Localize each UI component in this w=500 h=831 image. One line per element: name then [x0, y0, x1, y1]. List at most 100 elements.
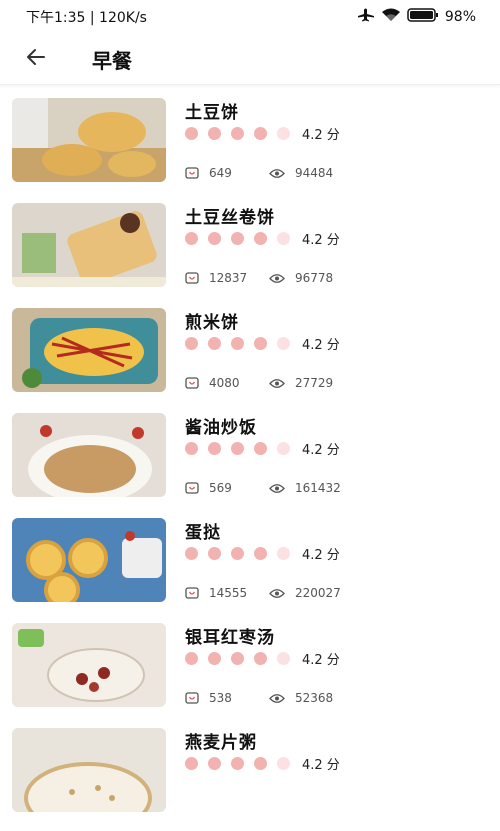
rating-dot: [254, 652, 267, 665]
rating-score: 4.2 分: [302, 443, 340, 458]
rating: 4.2 分: [185, 439, 340, 458]
view-count: 27729: [295, 376, 334, 390]
recipe-name: 银耳红枣汤: [185, 628, 275, 648]
eye-icon: [269, 588, 285, 599]
rating-dot: [254, 442, 267, 455]
view-count: 161432: [295, 481, 341, 495]
recipe-stats: 12837 96778: [185, 271, 333, 285]
rating-dot: [277, 127, 290, 140]
recipe-thumbnail: [12, 413, 166, 497]
collect-icon: [185, 482, 199, 494]
eye-icon: [269, 273, 285, 284]
rating-score: 4.2 分: [302, 128, 340, 143]
recipe-item[interactable]: 酱油炒饭 4.2 分 569 161432: [0, 411, 500, 516]
recipe-name: 土豆丝卷饼: [185, 208, 275, 228]
rating-dot: [185, 337, 198, 350]
recipe-stats: 538 52368: [185, 691, 333, 705]
recipe-stats: 649 94484: [185, 166, 333, 180]
collect-icon: [185, 692, 199, 704]
recipe-thumbnail: [12, 203, 166, 287]
wifi-icon: [381, 8, 401, 26]
rating-dot: [254, 127, 267, 140]
favorite-count: 4080: [209, 376, 240, 390]
battery-icon: [407, 8, 439, 26]
rating-dot: [231, 337, 244, 350]
rating-score: 4.2 分: [302, 548, 340, 563]
app-bar: 早餐: [0, 34, 500, 85]
rating-dot: [277, 757, 290, 770]
recipe-item[interactable]: 煎米饼 4.2 分 4080 27729: [0, 306, 500, 411]
rating-dot: [208, 757, 221, 770]
rating-dot: [231, 757, 244, 770]
rating-dot: [231, 652, 244, 665]
eye-icon: [269, 693, 285, 704]
rating-dot: [185, 127, 198, 140]
recipe-item[interactable]: 土豆丝卷饼 4.2 分 12837 96778: [0, 201, 500, 306]
status-time: 下午1:35 | 120K/s: [26, 10, 147, 26]
recipe-name: 煎米饼: [185, 313, 239, 333]
status-icons: 98%: [357, 8, 476, 26]
rating-dot: [277, 337, 290, 350]
recipe-name: 土豆饼: [185, 103, 239, 123]
rating: 4.2 分: [185, 334, 340, 353]
collect-icon: [185, 167, 199, 179]
recipe-stats: 569 161432: [185, 481, 341, 495]
rating-dot: [185, 652, 198, 665]
collect-icon: [185, 587, 199, 599]
recipe-thumbnail: [12, 518, 166, 602]
rating-dot: [277, 652, 290, 665]
rating-score: 4.2 分: [302, 338, 340, 353]
eye-icon: [269, 168, 285, 179]
rating-dot: [231, 232, 244, 245]
rating: 4.2 分: [185, 649, 340, 668]
favorite-count: 569: [209, 481, 232, 495]
page-title: 早餐: [92, 48, 132, 73]
arrow-left-icon: [24, 45, 48, 73]
rating-dot: [208, 652, 221, 665]
recipe-item[interactable]: 银耳红枣汤 4.2 分 538 52368: [0, 621, 500, 726]
collect-icon: [185, 377, 199, 389]
rating-dot: [254, 757, 267, 770]
recipe-name: 蛋挞: [185, 523, 221, 543]
recipe-stats: 14555 220027: [185, 586, 341, 600]
rating-dot: [277, 232, 290, 245]
recipe-stats: 4080 27729: [185, 376, 333, 390]
rating-dot: [231, 127, 244, 140]
recipe-name: 酱油炒饭: [185, 418, 257, 438]
rating: 4.2 分: [185, 544, 340, 563]
rating-score: 4.2 分: [302, 233, 340, 248]
rating-dot: [231, 442, 244, 455]
view-count: 96778: [295, 271, 334, 285]
rating-dot: [277, 442, 290, 455]
view-count: 220027: [295, 586, 341, 600]
rating: 4.2 分: [185, 124, 340, 143]
back-button[interactable]: [16, 39, 56, 79]
rating-dot: [185, 547, 198, 560]
view-count: 52368: [295, 691, 334, 705]
recipe-item[interactable]: 土豆饼 4.2 分 649 94484: [0, 96, 500, 201]
battery-percent: 98%: [444, 9, 476, 25]
rating-dot: [254, 232, 267, 245]
recipe-thumbnail: [12, 728, 166, 812]
rating: 4.2 分: [185, 229, 340, 248]
airplane-mode-icon: [357, 8, 375, 26]
rating-dot: [208, 232, 221, 245]
rating-dot: [231, 547, 244, 560]
rating-dot: [254, 547, 267, 560]
view-count: 94484: [295, 166, 334, 180]
rating-dot: [208, 547, 221, 560]
recipe-thumbnail: [12, 623, 166, 707]
recipe-item[interactable]: 燕麦片粥 4.2 分: [0, 726, 500, 831]
favorite-count: 538: [209, 691, 232, 705]
favorite-count: 649: [209, 166, 232, 180]
rating-dot: [277, 547, 290, 560]
recipe-list: 土豆饼 4.2 分 649 94484 土豆丝卷饼 4.2 分 12837 96…: [0, 96, 500, 831]
recipe-thumbnail: [12, 98, 166, 182]
rating-dot: [185, 232, 198, 245]
rating-dot: [254, 337, 267, 350]
rating-dot: [185, 757, 198, 770]
recipe-thumbnail: [12, 308, 166, 392]
rating-dot: [185, 442, 198, 455]
rating-dot: [208, 442, 221, 455]
recipe-item[interactable]: 蛋挞 4.2 分 14555 220027: [0, 516, 500, 621]
